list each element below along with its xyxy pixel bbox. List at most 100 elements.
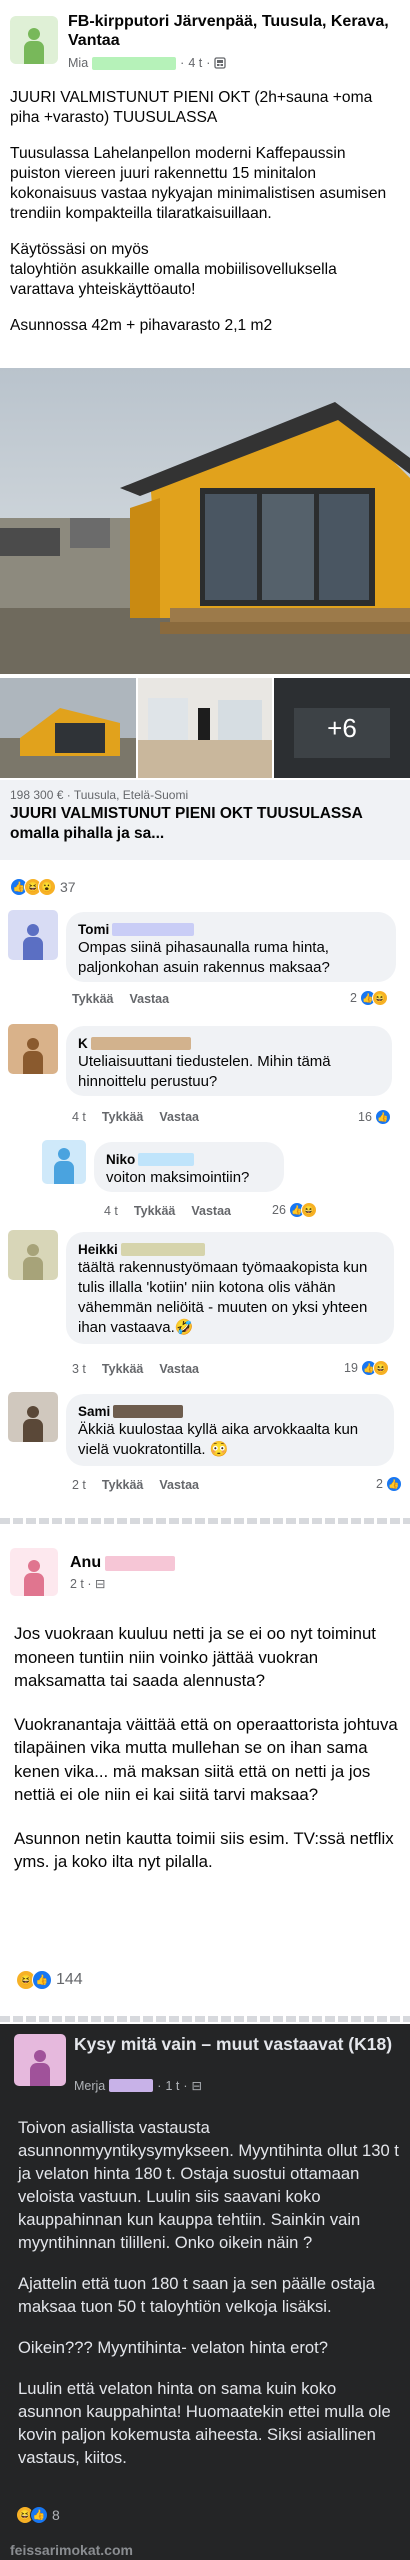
person-avatar-icon (28, 2048, 52, 2086)
comment-actions: 4 t Tykkää Vastaa (72, 1110, 199, 1124)
comment-bubble: Niko voiton maksimointiin? (94, 1142, 284, 1192)
reply-button[interactable]: Vastaa (159, 1362, 199, 1376)
post-reactions[interactable]: 😆 👍 8 (16, 2506, 60, 2524)
reaction-count: 8 (52, 2507, 60, 2523)
comment-time[interactable]: 4 t (72, 1110, 86, 1124)
comment-reactions[interactable]: 26 👍 😆 (272, 1202, 317, 1218)
more-photos-count: +6 (274, 678, 410, 778)
marketplace-listing[interactable]: 198 300 € · Tuusula, Etelä-Suomi JUURI V… (0, 780, 410, 860)
post-3: Kysy mitä vain – muut vastaavat (K18) Me… (0, 2024, 410, 2560)
post-reactions[interactable]: 👍 😆 😮 37 (10, 878, 76, 896)
like-icon: 👍 (32, 1970, 52, 1990)
listing-title: JUURI VALMISTUNUT PIENI OKT TUUSULASSA o… (10, 805, 363, 842)
like-button[interactable]: Tykkää (72, 992, 113, 1006)
redaction-bar (92, 56, 177, 70)
like-button[interactable]: Tykkää (102, 1362, 143, 1376)
post-time[interactable]: 2 t (70, 1577, 84, 1591)
thumbnail-more[interactable]: +6 (274, 678, 410, 778)
wow-icon: 😮 (38, 878, 56, 896)
like-button[interactable]: Tykkää (102, 1478, 143, 1492)
globe-icon (214, 57, 227, 69)
comment-actions: 2 t Tykkää Vastaa (72, 1478, 199, 1492)
commenter-name[interactable]: Niko (106, 1150, 272, 1168)
commenter-avatar[interactable] (8, 910, 58, 960)
group-title[interactable]: FB-kirpputori Järvenpää, Tuusula, Kerava… (68, 12, 398, 50)
comment-time[interactable]: 3 t (72, 1362, 86, 1376)
post-meta: 2 t · ⊟ (70, 1577, 106, 1591)
thumbnail[interactable] (138, 678, 272, 778)
comment-actions: Tykkää Vastaa (72, 992, 169, 1006)
post-body: Jos vuokraan kuuluu netti ja se ei oo ny… (14, 1622, 400, 1894)
post-time[interactable]: 4 t (188, 56, 202, 70)
comment-bubble: K Uteliaisuuttani tiedustelen. Mihin täm… (66, 1026, 392, 1096)
watermark: feissarimokat.com (10, 2542, 133, 2558)
globe-icon: ⊟ (191, 2079, 202, 2093)
comment-text: täältä rakennustyömaan työmaakopista kun… (78, 1259, 368, 1336)
commenter-name[interactable]: Heikki (78, 1240, 382, 1258)
group-avatar[interactable] (10, 16, 58, 64)
person-avatar-icon (21, 1036, 45, 1074)
reply-button[interactable]: Vastaa (129, 992, 169, 1006)
person-avatar-icon (52, 1146, 76, 1184)
post-1: FB-kirpputori Järvenpää, Tuusula, Kerava… (0, 0, 410, 1520)
post-paragraph: Tuusulassa Lahelanpellon moderni Kaffepa… (10, 145, 387, 222)
comment-actions: 4 t Tykkää Vastaa (104, 1204, 231, 1218)
like-icon: 👍 (374, 1109, 391, 1125)
comment-text: voiton maksimointiin? (106, 1169, 250, 1186)
reply-button[interactable]: Vastaa (159, 1478, 199, 1492)
like-icon: 👍 (30, 2506, 48, 2524)
divider (0, 1518, 410, 1524)
post-2: Anu 2 t · ⊟ Jos vuokraan kuuluu netti ja… (0, 1526, 410, 2014)
commenter-avatar[interactable] (8, 1024, 58, 1074)
like-button[interactable]: Tykkää (102, 1110, 143, 1124)
photo-thumbnails: +6 (0, 678, 410, 778)
person-avatar-icon (22, 1558, 46, 1596)
group-title[interactable]: Kysy mitä vain – muut vastaavat (K18) (74, 2034, 394, 2055)
commenter-avatar[interactable] (8, 1230, 58, 1280)
commenter-avatar[interactable] (42, 1140, 86, 1184)
haha-icon: 😆 (300, 1202, 317, 1218)
comment-actions: 3 t Tykkää Vastaa (72, 1362, 199, 1376)
comment-reactions[interactable]: 2 👍 (376, 1476, 402, 1492)
person-avatar-icon (22, 26, 46, 64)
commenter-name[interactable]: Sami (78, 1402, 382, 1420)
author-name[interactable]: Anu (70, 1554, 176, 1572)
thumbnail[interactable] (0, 678, 136, 778)
commenter-name[interactable]: Tomi (78, 920, 384, 938)
person-avatar-icon (21, 1242, 45, 1280)
post-header: FB-kirpputori Järvenpää, Tuusula, Kerava… (10, 12, 400, 72)
listing-photo-main[interactable] (0, 368, 410, 674)
listing-price-location: 198 300 € · Tuusula, Etelä-Suomi (10, 788, 189, 802)
post-paragraph: JUURI VALMISTUNUT PIENI OKT (2h+sauna +o… (10, 89, 373, 126)
commenter-avatar[interactable] (8, 1392, 58, 1442)
house-photo (0, 368, 410, 674)
group-avatar[interactable] (14, 2034, 66, 2086)
post-time[interactable]: 1 t (165, 2079, 179, 2093)
comment-bubble: Heikki täältä rakennustyömaan työmaakopi… (66, 1232, 394, 1344)
author-avatar[interactable] (10, 1548, 58, 1596)
post-paragraph: Käytössäsi on myös taloyhtiön asukkaille… (10, 241, 337, 298)
author-name[interactable]: Mia (68, 56, 88, 70)
comment-reactions[interactable]: 2 👍 😆 (350, 990, 388, 1006)
comment-text: Äkkiä kuulostaa kyllä aika arvokkaalta k… (78, 1421, 359, 1458)
globe-icon: ⊟ (95, 1577, 106, 1591)
haha-icon: 😆 (371, 990, 388, 1006)
post-reactions[interactable]: 😆 👍 144 (16, 1970, 83, 1990)
comment-reactions[interactable]: 19 👍 😆 (344, 1360, 389, 1376)
author-name[interactable]: Merja (74, 2079, 105, 2093)
like-icon: 👍 (385, 1476, 402, 1492)
reply-button[interactable]: Vastaa (191, 1204, 231, 1218)
post-paragraph: Luulin että velaton hinta on sama kuin k… (18, 2379, 391, 2467)
like-button[interactable]: Tykkää (134, 1204, 175, 1218)
reply-button[interactable]: Vastaa (159, 1110, 199, 1124)
comment-text: Uteliaisuuttani tiedustelen. Mihin tämä … (78, 1053, 331, 1090)
divider (0, 2016, 410, 2022)
comment-time[interactable]: 4 t (104, 1204, 118, 1218)
post-paragraph: Asunnon netin kautta toimii siis esim. T… (14, 1828, 394, 1872)
post-paragraph: Ajattelin että tuon 180 t saan ja sen pä… (18, 2274, 376, 2316)
comment-reactions[interactable]: 16 👍 (358, 1109, 391, 1125)
comment-bubble: Tomi Ompas siinä pihasaunalla ruma hinta… (66, 912, 396, 982)
commenter-name[interactable]: K (78, 1034, 380, 1052)
comment-time[interactable]: 2 t (72, 1478, 86, 1492)
reaction-count: 37 (60, 879, 76, 895)
